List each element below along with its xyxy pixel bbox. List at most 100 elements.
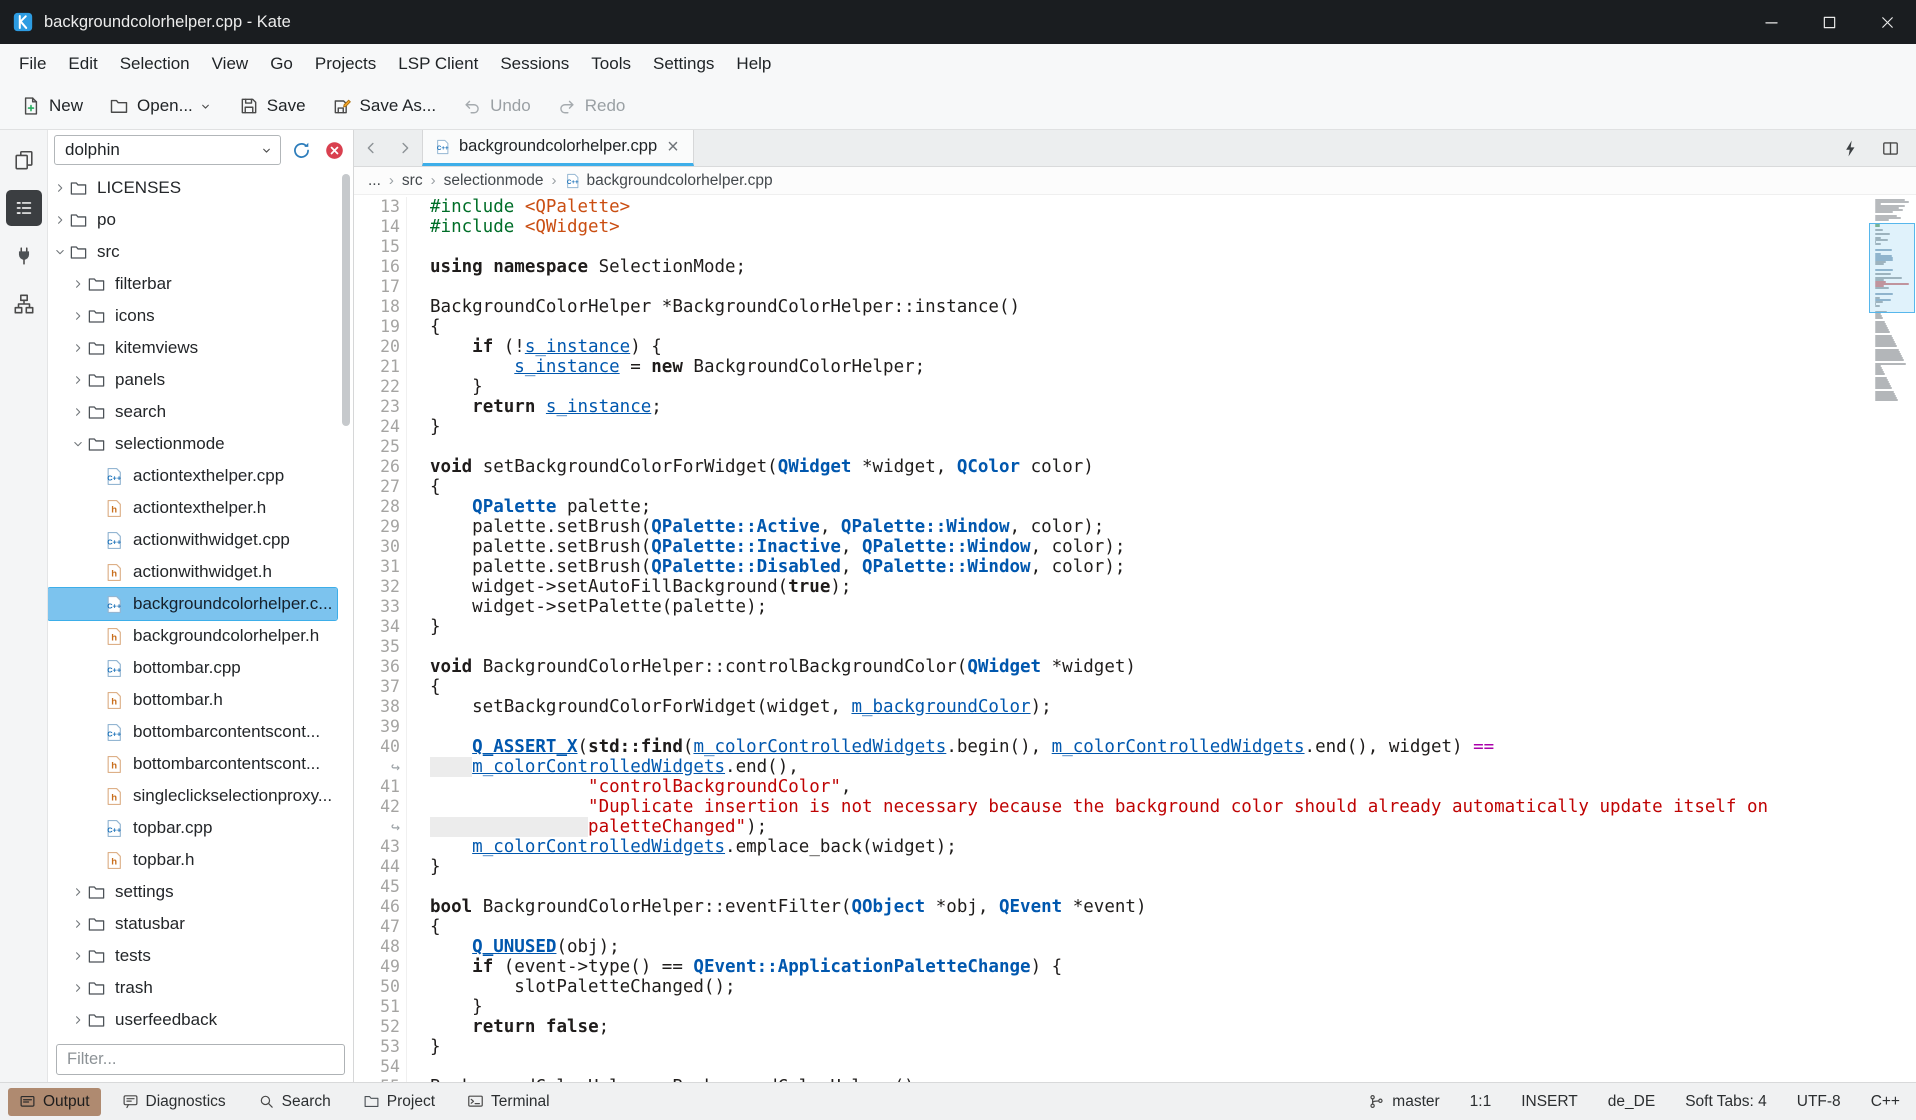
filter-input[interactable] [56, 1044, 345, 1075]
menu-tools[interactable]: Tools [580, 44, 642, 83]
code-line: 25 [354, 437, 1866, 457]
maximize-button[interactable] [1800, 0, 1858, 44]
menubar: FileEditSelectionViewGoProjectsLSP Clien… [0, 44, 1916, 83]
code-line: 53} [354, 1037, 1866, 1057]
git-branch[interactable]: master [1368, 1093, 1439, 1111]
document-new-icon [21, 96, 41, 116]
tree-item-label: tests [115, 946, 151, 966]
close-project-button[interactable] [321, 137, 347, 163]
cpp-file-icon: C++ [105, 531, 126, 550]
menu-go[interactable]: Go [259, 44, 304, 83]
tree-item[interactable]: C++actionwithwidget.cpp [48, 524, 337, 556]
tree-item[interactable]: LICENSES [48, 172, 337, 204]
breadcrumb-item[interactable]: src [402, 172, 423, 190]
tree-item[interactable]: hbackgroundcolorhelper.h [48, 620, 337, 652]
menu-sessions[interactable]: Sessions [489, 44, 580, 83]
tree-item[interactable]: C++topbar.cpp [48, 812, 337, 844]
breadcrumb-item[interactable]: selectionmode [444, 172, 544, 190]
tree-item[interactable]: htopbar.h [48, 844, 337, 876]
lsp-client-tool-button[interactable] [6, 238, 42, 274]
redo-button[interactable]: Redo [546, 90, 637, 122]
terminal-toolview-button[interactable]: Terminal [456, 1088, 561, 1116]
tree-item[interactable]: C++bottombarcontentscont... [48, 716, 337, 748]
statusbar-right: master 1:1 INSERT de_DE Soft Tabs: 4 UTF-8 C++ [1368, 1093, 1900, 1111]
minimize-button[interactable] [1742, 0, 1800, 44]
code-line: 54 [354, 1057, 1866, 1077]
tree-item[interactable]: C++bottombar.cpp [48, 652, 337, 684]
tree-item[interactable]: hsingleclickselectionproxy... [48, 780, 337, 812]
tab-mode[interactable]: Soft Tabs: 4 [1685, 1093, 1767, 1111]
tab-close-icon[interactable]: × [665, 137, 681, 157]
cursor-position[interactable]: 1:1 [1470, 1093, 1492, 1111]
save-as-button[interactable]: Save As... [321, 90, 448, 122]
split-view-button[interactable] [1876, 134, 1904, 162]
output-toolview-button[interactable]: Output [8, 1088, 101, 1116]
projects-tool-button[interactable] [6, 190, 42, 226]
minimap-scrollbar[interactable] [1868, 195, 1916, 1082]
encoding[interactable]: UTF-8 [1797, 1093, 1841, 1111]
open-button[interactable]: Open... [98, 90, 224, 122]
refresh-project-button[interactable] [288, 137, 314, 163]
breadcrumb-item[interactable]: C++backgroundcolorhelper.cpp [565, 172, 773, 190]
history-forward-button[interactable] [388, 130, 422, 166]
minimap-viewport[interactable] [1869, 223, 1915, 313]
tree-item[interactable]: hbottombarcontentscont... [48, 748, 337, 780]
tree-item[interactable]: hactiontexthelper.h [48, 492, 337, 524]
tree-item[interactable]: selectionmode [48, 428, 337, 460]
menu-file[interactable]: File [8, 44, 57, 83]
menu-lsp-client[interactable]: LSP Client [387, 44, 489, 83]
code-line: 49 if (event->type() == QEvent::Applicat… [354, 957, 1866, 977]
save-button[interactable]: Save [228, 90, 317, 122]
close-button[interactable] [1858, 0, 1916, 44]
diagnostics-toolview-button[interactable]: Diagnostics [111, 1088, 237, 1116]
tree-item[interactable]: panels [48, 364, 337, 396]
highlighting-mode[interactable]: C++ [1871, 1093, 1900, 1111]
tree-item[interactable]: tests [48, 940, 337, 972]
tree-item[interactable]: search [48, 396, 337, 428]
tree-item[interactable]: statusbar [48, 908, 337, 940]
tree-item[interactable]: icons [48, 300, 337, 332]
tab-document[interactable]: C++backgroundcolorhelper.cpp× [422, 130, 694, 166]
tree-item[interactable]: hactionwithwidget.h [48, 556, 337, 588]
menu-projects[interactable]: Projects [304, 44, 387, 83]
menu-help[interactable]: Help [725, 44, 782, 83]
code-area[interactable]: 13#include <QPalette>14#include <QWidget… [354, 195, 1916, 1082]
tree-item[interactable]: settings [48, 876, 337, 908]
tree-scrollbar[interactable] [342, 174, 350, 426]
code-line: 16using namespace SelectionMode; [354, 257, 1866, 277]
search-toolview-button[interactable]: Search [247, 1088, 342, 1116]
menu-view[interactable]: View [201, 44, 260, 83]
dictionary[interactable]: de_DE [1608, 1093, 1655, 1111]
new-button[interactable]: New [10, 90, 94, 122]
tree-item[interactable]: po [48, 204, 337, 236]
tree-item[interactable]: trash [48, 972, 337, 1004]
input-mode[interactable]: INSERT [1521, 1093, 1578, 1111]
menu-settings[interactable]: Settings [642, 44, 725, 83]
breadcrumb-item[interactable]: ... [368, 172, 381, 190]
tree-item[interactable]: hbottombar.h [48, 684, 337, 716]
undo-icon [462, 96, 482, 116]
code-line-text [406, 717, 430, 737]
documents-tool-button[interactable] [6, 142, 42, 178]
tree-item[interactable]: userfeedback [48, 1004, 337, 1036]
tree-item[interactable]: C++actiontexthelper.cpp [48, 460, 337, 492]
search-icon [258, 1093, 275, 1110]
menu-selection[interactable]: Selection [109, 44, 201, 83]
code-line: 55BackgroundColorHelper::BackgroundColor… [354, 1077, 1866, 1082]
undo-button[interactable]: Undo [451, 90, 542, 122]
tree-item[interactable]: filterbar [48, 268, 337, 300]
tree-item[interactable]: kitemviews [48, 332, 337, 364]
tree-item[interactable]: src [48, 236, 337, 268]
folder-icon [87, 403, 108, 422]
project-toolview-button[interactable]: Project [352, 1088, 446, 1116]
history-back-button[interactable] [354, 130, 388, 166]
code-line-text: { [406, 917, 441, 937]
code-line-text [406, 237, 430, 257]
line-number: 29 [354, 517, 400, 537]
tree-item[interactable]: C++backgroundcolorhelper.c... [48, 588, 337, 620]
menu-edit[interactable]: Edit [57, 44, 108, 83]
quick-actions-button[interactable] [1836, 134, 1864, 162]
project-selector[interactable]: dolphin [54, 135, 281, 165]
symbol-tree-tool-button[interactable] [6, 286, 42, 322]
code-lines: 13#include <QPalette>14#include <QWidget… [354, 197, 1866, 1082]
